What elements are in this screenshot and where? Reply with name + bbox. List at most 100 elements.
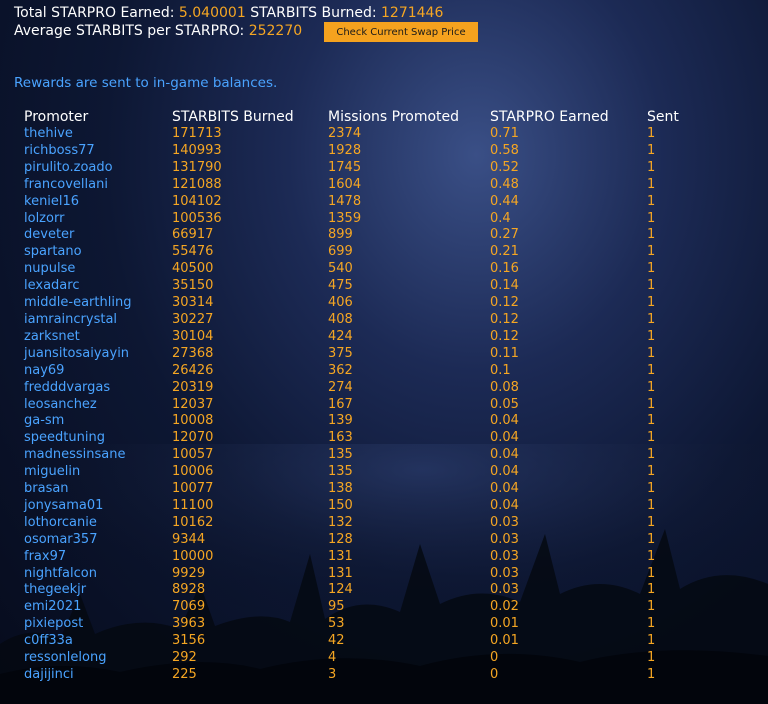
promoter-link[interactable]: lexadarc bbox=[24, 278, 172, 295]
promoter-link[interactable]: nay69 bbox=[24, 363, 172, 380]
missions-promoted-cell: 95 bbox=[328, 599, 345, 615]
promoter-link[interactable]: richboss77 bbox=[24, 143, 172, 160]
promoter-link[interactable]: nightfalcon bbox=[24, 566, 172, 583]
promoter-link[interactable]: miguelin bbox=[24, 464, 172, 481]
table-row: c0ff33a 3156 42 0.01 1 bbox=[24, 633, 707, 650]
starbits-burned-cell: 10008 bbox=[172, 413, 214, 429]
starpro-earned-cell: 0 bbox=[490, 667, 499, 682]
starpro-earned-cell: 0.16 bbox=[490, 261, 519, 277]
sent-cell: 1 bbox=[647, 210, 656, 226]
sent-cell: 1 bbox=[647, 328, 656, 344]
promoter-link[interactable]: pirulito.zoado bbox=[24, 160, 172, 177]
promoter-link[interactable]: osomar357 bbox=[24, 532, 172, 549]
promoter-link[interactable]: nupulse bbox=[24, 261, 172, 278]
starbits-burned-cell: 9929 bbox=[172, 565, 206, 581]
starpro-earned-cell: 0.03 bbox=[490, 565, 519, 581]
sent-cell: 1 bbox=[647, 244, 656, 260]
promoter-link[interactable]: madnessinsane bbox=[24, 447, 172, 464]
promoter-link[interactable]: deveter bbox=[24, 227, 172, 244]
promoter-link[interactable]: jonysama01 bbox=[24, 498, 172, 515]
missions-promoted-cell: 699 bbox=[328, 244, 353, 260]
table-row: nightfalcon 9929 131 0.03 1 bbox=[24, 566, 707, 583]
starbits-burned-cell: 225 bbox=[172, 667, 197, 682]
starbits-burned-cell: 3963 bbox=[172, 616, 206, 632]
promoter-link[interactable]: ressonlelong bbox=[24, 650, 172, 667]
promoter-link[interactable]: pixiepost bbox=[24, 616, 172, 633]
total-earned-value: 5.040001 bbox=[178, 5, 246, 21]
check-swap-price-button[interactable]: Check Current Swap Price bbox=[324, 22, 478, 42]
starbits-burned-cell: 12070 bbox=[172, 430, 214, 446]
starbits-burned-cell: 20319 bbox=[172, 379, 214, 395]
promoter-link[interactable]: leosanchez bbox=[24, 397, 172, 414]
sent-cell: 1 bbox=[647, 548, 656, 564]
sent-cell: 1 bbox=[647, 295, 656, 311]
missions-promoted-cell: 42 bbox=[328, 633, 345, 649]
missions-promoted-cell: 1928 bbox=[328, 142, 362, 158]
table-row: osomar357 9344 128 0.03 1 bbox=[24, 532, 707, 549]
promoter-link[interactable]: thegeekjr bbox=[24, 582, 172, 599]
promoter-link[interactable]: iamraincrystal bbox=[24, 312, 172, 329]
starpro-earned-cell: 0.05 bbox=[490, 396, 519, 412]
rewards-note: Rewards are sent to in-game balances. bbox=[14, 75, 278, 91]
sent-cell: 1 bbox=[647, 447, 656, 463]
starpro-earned-cell: 0.03 bbox=[490, 514, 519, 530]
starpro-earned-cell: 0.48 bbox=[490, 176, 519, 192]
table-row: spartano 55476 699 0.21 1 bbox=[24, 244, 707, 261]
sent-cell: 1 bbox=[647, 667, 656, 682]
missions-promoted-cell: 135 bbox=[328, 447, 353, 463]
promoter-link[interactable]: speedtuning bbox=[24, 430, 172, 447]
starbits-burned-cell: 121088 bbox=[172, 176, 222, 192]
starbits-burned-cell: 11100 bbox=[172, 497, 214, 513]
table-row: thehive 171713 2374 0.71 1 bbox=[24, 126, 707, 143]
sent-cell: 1 bbox=[647, 345, 656, 361]
starpro-earned-cell: 0.02 bbox=[490, 599, 519, 615]
promoter-link[interactable]: c0ff33a bbox=[24, 633, 172, 650]
starbits-burned-cell: 292 bbox=[172, 650, 197, 666]
promoter-link[interactable]: frax97 bbox=[24, 549, 172, 566]
starbits-burned-cell: 140993 bbox=[172, 142, 222, 158]
column-header-missions-promoted: Missions Promoted bbox=[328, 109, 460, 125]
sent-cell: 1 bbox=[647, 413, 656, 429]
missions-promoted-cell: 132 bbox=[328, 514, 353, 530]
missions-promoted-cell: 406 bbox=[328, 295, 353, 311]
promoter-link[interactable]: middle-earthling bbox=[24, 295, 172, 312]
table-row: lexadarc 35150 475 0.14 1 bbox=[24, 278, 707, 295]
starpro-earned-cell: 0.03 bbox=[490, 548, 519, 564]
promoter-link[interactable]: emi2021 bbox=[24, 599, 172, 616]
sent-cell: 1 bbox=[647, 261, 656, 277]
promoter-link[interactable]: brasan bbox=[24, 481, 172, 498]
promoter-link[interactable]: lolzorr bbox=[24, 211, 172, 228]
sent-cell: 1 bbox=[647, 464, 656, 480]
sent-cell: 1 bbox=[647, 430, 656, 446]
missions-promoted-cell: 128 bbox=[328, 531, 353, 547]
promoter-link[interactable]: juansitosaiyayin bbox=[24, 346, 172, 363]
missions-promoted-cell: 139 bbox=[328, 413, 353, 429]
table-row: nupulse 40500 540 0.16 1 bbox=[24, 261, 707, 278]
starpro-earned-cell: 0.04 bbox=[490, 497, 519, 513]
promoter-link[interactable]: ga-sm bbox=[24, 413, 172, 430]
table-row: pirulito.zoado 131790 1745 0.52 1 bbox=[24, 160, 707, 177]
promoter-link[interactable]: keniel16 bbox=[24, 194, 172, 211]
missions-promoted-cell: 475 bbox=[328, 278, 353, 294]
table-row: speedtuning 12070 163 0.04 1 bbox=[24, 430, 707, 447]
starbits-burned-cell: 100536 bbox=[172, 210, 222, 226]
promoter-link[interactable]: lothorcanie bbox=[24, 515, 172, 532]
sent-cell: 1 bbox=[647, 650, 656, 666]
promoter-link[interactable]: dajijinci bbox=[24, 667, 172, 684]
sent-cell: 1 bbox=[647, 379, 656, 395]
sent-cell: 1 bbox=[647, 497, 656, 513]
table-header-row: Promoter STARBITS Burned Missions Promot… bbox=[24, 108, 707, 126]
promoter-link[interactable]: thehive bbox=[24, 126, 172, 143]
table-row: francovellani 121088 1604 0.48 1 bbox=[24, 177, 707, 194]
promoter-link[interactable]: spartano bbox=[24, 244, 172, 261]
starbits-burned-cell: 30104 bbox=[172, 328, 214, 344]
missions-promoted-cell: 167 bbox=[328, 396, 353, 412]
table-row: lolzorr 100536 1359 0.4 1 bbox=[24, 211, 707, 228]
table-row: juansitosaiyayin 27368 375 0.11 1 bbox=[24, 346, 707, 363]
promoter-link[interactable]: fredddvargas bbox=[24, 380, 172, 397]
promoter-link[interactable]: zarksnet bbox=[24, 329, 172, 346]
missions-promoted-cell: 1745 bbox=[328, 159, 362, 175]
table-row: thegeekjr 8928 124 0.03 1 bbox=[24, 582, 707, 599]
table-row: lothorcanie 10162 132 0.03 1 bbox=[24, 515, 707, 532]
promoter-link[interactable]: francovellani bbox=[24, 177, 172, 194]
